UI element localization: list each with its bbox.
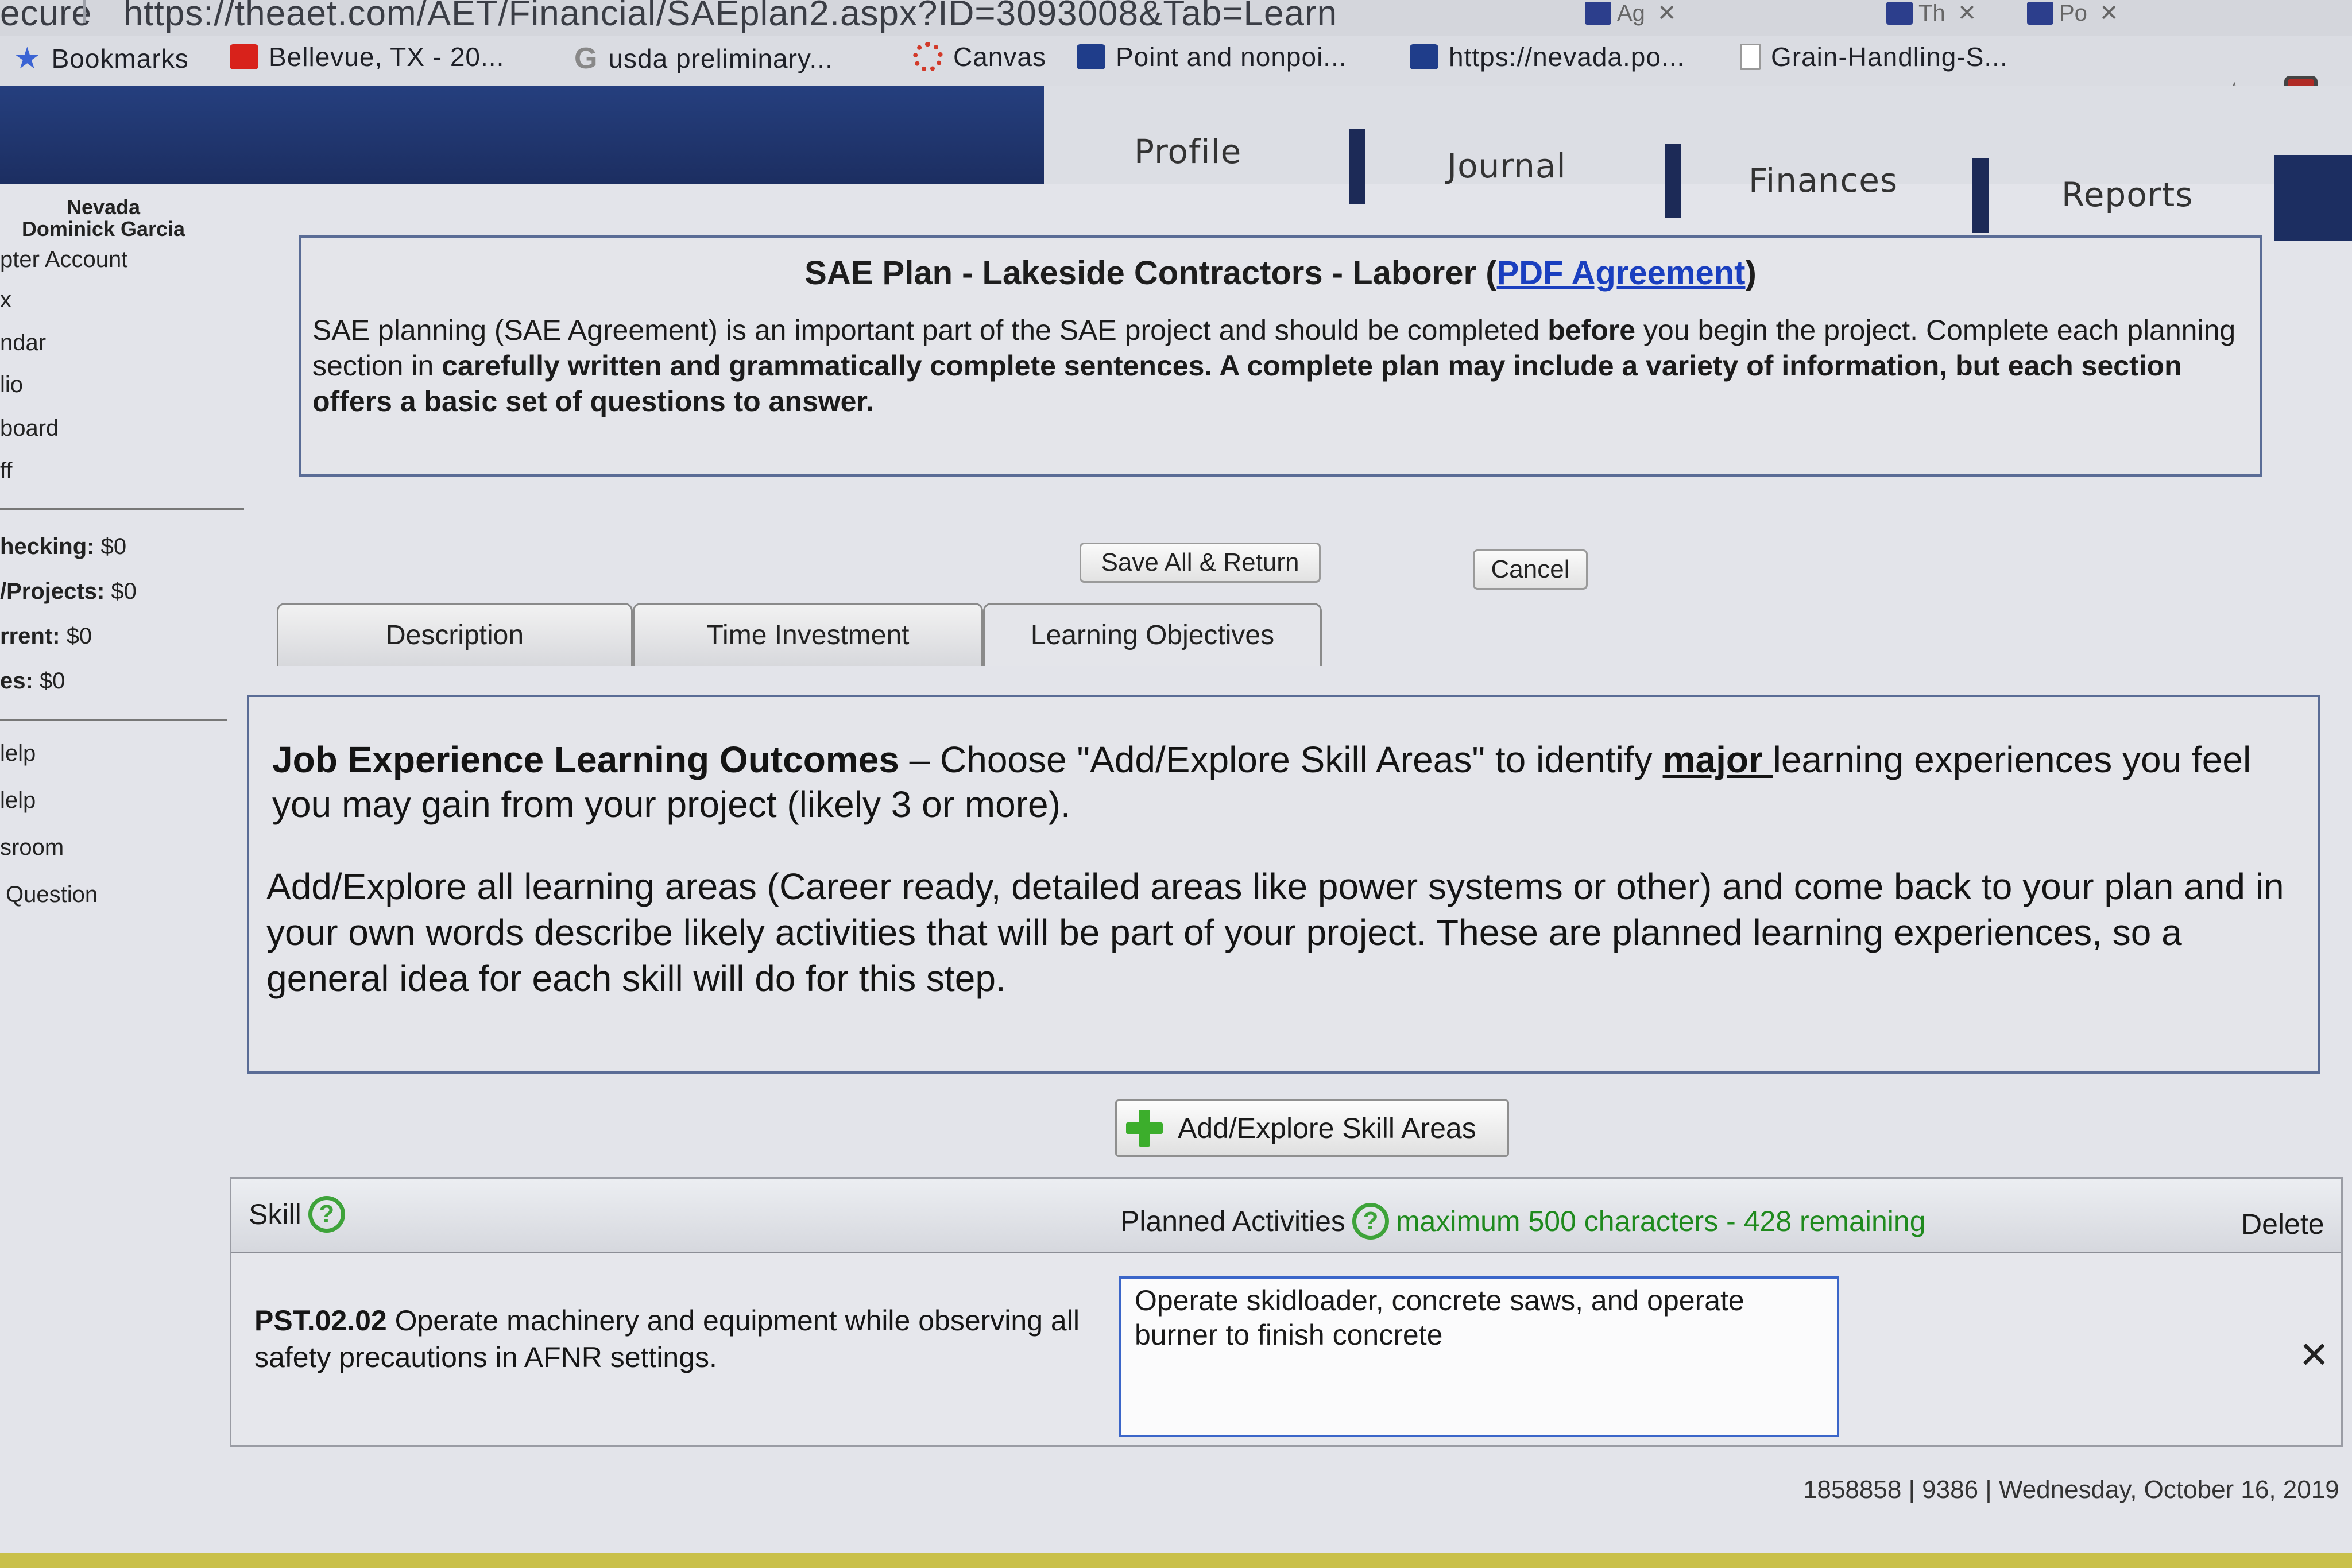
sidebar-link-help[interactable]: lelp	[0, 788, 36, 814]
bookmark-usda[interactable]: Gusda preliminary...	[574, 41, 833, 76]
sidebar-link[interactable]: x	[0, 287, 11, 313]
sidebar-link-portfolio[interactable]: lio	[0, 372, 23, 398]
nav-tab-profile[interactable]: Profile	[1134, 132, 1241, 171]
pdf-agreement-link[interactable]: PDF Agreement	[1497, 254, 1746, 292]
bookmark-grain-handling[interactable]: Grain-Handling-S...	[1740, 41, 2008, 72]
secure-label: ecure	[0, 0, 92, 33]
learning-outcomes-panel: Job Experience Learning Outcomes – Choos…	[247, 695, 2320, 1074]
tab-time-investment[interactable]: Time Investment	[633, 603, 983, 666]
balance-checking: hecking: $0	[0, 534, 127, 559]
sidebar-link-help[interactable]: lelp	[0, 741, 36, 766]
tab-learning-objectives[interactable]: Learning Objectives	[983, 603, 1322, 666]
column-planned-activities: Planned Activities ? maximum 500 charact…	[1120, 1203, 1926, 1240]
skill-description: PST.02.02 Operate machinery and equipmen…	[254, 1304, 1080, 1373]
tab-description[interactable]: Description	[277, 603, 633, 666]
site-icon	[1410, 44, 1438, 69]
balance-other: es: $0	[0, 668, 65, 694]
sidebar-divider	[0, 508, 244, 510]
nav-tab-finances[interactable]: Finances	[1748, 161, 1898, 200]
plus-icon	[1126, 1110, 1163, 1147]
delete-row-icon[interactable]: ✕	[2299, 1334, 2330, 1377]
bottom-strip	[0, 1553, 2352, 1568]
skill-code: PST.02.02	[254, 1304, 387, 1337]
header-accent	[2274, 155, 2352, 241]
bookmark-bellevue[interactable]: Bellevue, TX - 20...	[230, 41, 504, 72]
tab-favicon	[2027, 2, 2053, 25]
column-skill: Skill ?	[249, 1196, 345, 1233]
plan-intro-text: SAE planning (SAE Agreement) is an impor…	[312, 314, 2236, 417]
sidebar-link-classroom[interactable]: sroom	[0, 835, 64, 861]
nav-separator	[1349, 129, 1365, 204]
bookmarks-bar: ★ Bookmarks Bellevue, TX - 20... Gusda pr…	[0, 36, 2352, 93]
nav-tab-reports[interactable]: Reports	[2061, 175, 2193, 214]
footer-meta: 1858858 | 9386 | Wednesday, October 16, …	[1803, 1476, 2339, 1504]
nav-tab-journal[interactable]: Journal	[1447, 146, 1566, 185]
sidebar-link-logoff[interactable]: ff	[0, 458, 13, 484]
user-state: Nevada	[66, 195, 141, 219]
learning-instructions: Job Experience Learning Outcomes – Choos…	[272, 739, 2252, 825]
column-delete: Delete	[2241, 1208, 2324, 1240]
balance-projects: /Projects: $0	[0, 579, 137, 604]
brand-banner	[0, 86, 1044, 184]
url-separator	[83, 0, 86, 23]
cancel-button[interactable]: Cancel	[1473, 549, 1588, 590]
page-icon	[1740, 44, 1761, 70]
balance-current: rrent: $0	[0, 624, 92, 649]
bookmark-point-nonpoint[interactable]: Point and nonpoi...	[1077, 41, 1347, 72]
help-icon[interactable]: ?	[308, 1196, 345, 1233]
browser-tab[interactable]: Po ✕	[2027, 0, 2119, 26]
help-icon[interactable]: ?	[1352, 1203, 1389, 1240]
browser-tab[interactable]: Th ✕	[1886, 0, 1976, 26]
bookmark-canvas[interactable]: Canvas	[913, 41, 1046, 72]
youtube-icon	[230, 44, 258, 69]
nav-separator	[1972, 158, 1989, 233]
bookmark-bookmarks[interactable]: ★ Bookmarks	[14, 41, 189, 76]
site-icon	[1077, 44, 1105, 69]
table-header: Skill ? Planned Activities ? maximum 500…	[231, 1179, 2341, 1253]
tab-favicon	[1585, 2, 1611, 25]
nav-separator	[1665, 144, 1681, 218]
tab-favicon	[1886, 2, 1913, 25]
sidebar-link-chapter-account[interactable]: pter Account	[0, 247, 127, 273]
add-explore-skill-button[interactable]: Add/Explore Skill Areas	[1115, 1099, 1509, 1157]
user-name: Dominick Garcia	[21, 217, 185, 241]
sidebar-link-question[interactable]: Question	[6, 882, 98, 908]
sidebar-link-dashboard[interactable]: board	[0, 416, 59, 442]
url-value: https://theaet.com/AET/Financial/SAEplan…	[123, 0, 1338, 33]
url-text[interactable]: ecure https://theaet.com/AET/Financial/S…	[0, 0, 1337, 34]
browser-tab[interactable]: Ag ✕	[1585, 0, 1677, 26]
left-sidebar: Nevada Dominick Garcia pter Account x nd…	[0, 189, 247, 936]
skills-table: Skill ? Planned Activities ? maximum 500…	[230, 1177, 2343, 1447]
learning-explore-text: Add/Explore all learning areas (Career r…	[266, 866, 2284, 999]
char-count-note: maximum 500 characters - 428 remaining	[1395, 1205, 1926, 1237]
sidebar-link-calendar[interactable]: ndar	[0, 330, 46, 356]
sidebar-divider	[0, 719, 227, 721]
google-icon: G	[574, 42, 598, 75]
save-all-return-button[interactable]: Save All & Return	[1080, 543, 1321, 583]
bookmark-nevada[interactable]: https://nevada.po...	[1410, 41, 1685, 72]
star-icon: ★	[14, 42, 41, 75]
plan-intro-panel: SAE Plan - Lakeside Contractors - Labore…	[299, 235, 2262, 477]
planned-activities-input[interactable]: Operate skidloader, concrete saws, and o…	[1119, 1276, 1839, 1437]
page-title: SAE Plan - Lakeside Contractors - Labore…	[804, 254, 1757, 292]
canvas-icon	[913, 42, 943, 72]
learning-heading: Job Experience Learning Outcomes	[272, 739, 899, 780]
